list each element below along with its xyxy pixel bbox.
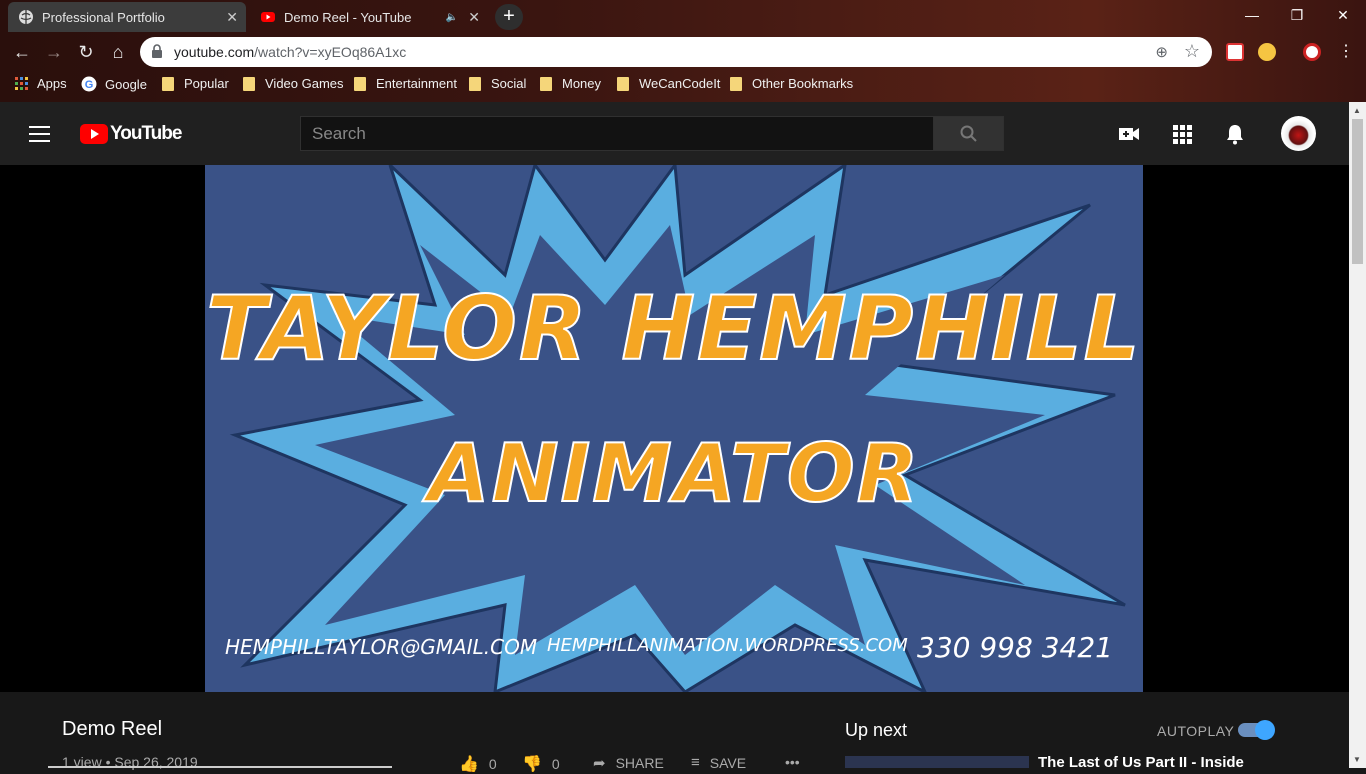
up-next-heading: Up next [845,720,908,740]
address-bar[interactable]: youtube.com/watch?v=xyEOq86A1xc ⊕ ☆ [140,37,1212,67]
below-player: Demo Reel 1 view • Sep 26, 2019 👍 0 👎 0 … [0,692,1349,773]
google-icon: G [81,76,97,92]
bookmark-google[interactable]: G Google [81,76,147,92]
extension-owl-icon[interactable] [1258,43,1276,61]
tab-strip: Professional Portfolio ✕ Demo Reel - You… [0,0,1366,34]
tab-demo-reel[interactable]: Demo Reel - YouTube 🔈 ✕ [250,2,488,32]
playlist-add-icon: ≡ [691,754,700,771]
dislike-button[interactable]: 👎 0 [522,754,560,774]
reload-icon[interactable]: ↻ [74,40,98,64]
bookmark-money[interactable]: Money [540,76,601,91]
bookmark-video-games[interactable]: Video Games [243,76,344,91]
notifications-bell-icon[interactable] [1223,122,1247,146]
like-button[interactable]: 👍 0 [459,754,497,774]
folder-icon [730,76,742,91]
bookmark-popular[interactable]: Popular [162,76,229,91]
next-video-title[interactable]: The Last of Us Part II - Inside [1038,754,1244,771]
bookmark-other[interactable]: Other Bookmarks [730,76,853,91]
folder-icon [354,76,366,91]
tab-title: Professional Portfolio [42,9,165,25]
autoplay-toggle[interactable] [1238,720,1275,740]
search-input[interactable] [301,117,933,150]
close-window-icon[interactable]: ✕ [1320,0,1366,30]
tab-title: Demo Reel - YouTube [284,9,412,25]
menu-dots-icon[interactable]: ⋮ [1338,41,1354,61]
contact-email: HEMPHILLTAYLOR@GMAIL.COM [225,635,538,659]
contact-website: HEMPHILLANIMATION.WORDPRESS.COM [547,635,908,656]
video-title-line-1: TAYLOR HEMPHILL [205,276,1142,381]
browser-chrome: Professional Portfolio ✕ Demo Reel - You… [0,0,1366,102]
avatar[interactable] [1281,116,1316,151]
thumbs-down-icon: 👎 [522,756,542,773]
svg-text:G: G [85,79,94,91]
minimize-icon[interactable]: — [1229,0,1275,30]
video-frame[interactable]: TAYLOR HEMPHILL ANIMATOR HEMPHILLTAYLOR@… [205,165,1143,692]
new-tab-button[interactable]: + [495,4,523,30]
contact-phone: 330 998 3421 [917,631,1113,664]
video-player[interactable]: TAYLOR HEMPHILL ANIMATOR HEMPHILLTAYLOR@… [0,165,1349,692]
folder-icon [617,76,629,91]
apps-grid-icon [15,76,28,90]
share-button[interactable]: ➦ SHARE [593,754,664,772]
autoplay-label: AUTOPLAY [1157,723,1235,739]
search-box [300,116,934,151]
next-video-thumbnail[interactable] [845,756,1029,768]
youtube-favicon-icon [260,9,276,25]
search-button[interactable] [933,116,1004,151]
back-icon[interactable]: ← [10,40,34,64]
tab-professional-portfolio[interactable]: Professional Portfolio ✕ [8,2,246,32]
search-icon [960,125,977,142]
restore-icon[interactable]: ❐ [1274,0,1320,30]
forward-icon[interactable]: → [42,40,66,64]
bookmark-wecancodeit[interactable]: WeCanCodeIt [617,76,720,91]
save-button[interactable]: ≡ SAVE [691,754,746,771]
globe-icon [18,9,34,25]
folder-icon [540,76,552,91]
speaker-icon[interactable]: 🔈 [446,12,458,23]
thumbs-up-icon: 👍 [459,756,479,773]
lock-icon [152,44,162,58]
bookmarks-bar: Apps G Google Popular Video Games Entert… [0,70,1366,100]
url-text: youtube.com/watch?v=xyEOq86A1xc [174,44,407,60]
scrollbar-thumb[interactable] [1352,119,1363,264]
zoom-icon[interactable]: ⊕ [1155,43,1168,61]
share-arrow-icon: ➦ [593,755,606,772]
folder-icon [469,76,481,91]
scroll-up-icon[interactable]: ▲ [1353,106,1361,115]
apps-icon[interactable] [1170,122,1194,146]
close-tab-icon[interactable]: ✕ [226,9,238,26]
video-title-line-2: ANIMATOR [427,426,921,521]
scroll-down-icon[interactable]: ▼ [1353,755,1361,764]
folder-icon [162,76,174,91]
close-tab-icon[interactable]: ✕ [468,9,480,26]
bookmark-entertainment[interactable]: Entertainment [354,76,457,91]
bookmark-apps[interactable]: Apps [15,76,67,91]
youtube-logo[interactable]: YouTube [80,123,182,145]
bookmark-social[interactable]: Social [469,76,526,91]
video-title: Demo Reel [62,718,163,740]
home-icon[interactable]: ⌂ [106,40,130,64]
browser-toolbar: ← → ↻ ⌂ youtube.com/watch?v=xyEOq86A1xc … [0,34,1366,70]
profile-icon[interactable] [1303,43,1321,61]
youtube-header: YouTube [0,102,1349,165]
extension-pocket-icon[interactable] [1226,43,1244,61]
toggle-knob [1255,720,1275,740]
page-scrollbar[interactable]: ▲ ▼ [1349,102,1366,768]
youtube-play-icon [80,124,108,144]
hamburger-menu-icon[interactable] [29,126,50,147]
bookmark-star-icon[interactable]: ☆ [1184,41,1200,62]
folder-icon [243,76,255,91]
create-video-icon[interactable] [1117,122,1141,146]
